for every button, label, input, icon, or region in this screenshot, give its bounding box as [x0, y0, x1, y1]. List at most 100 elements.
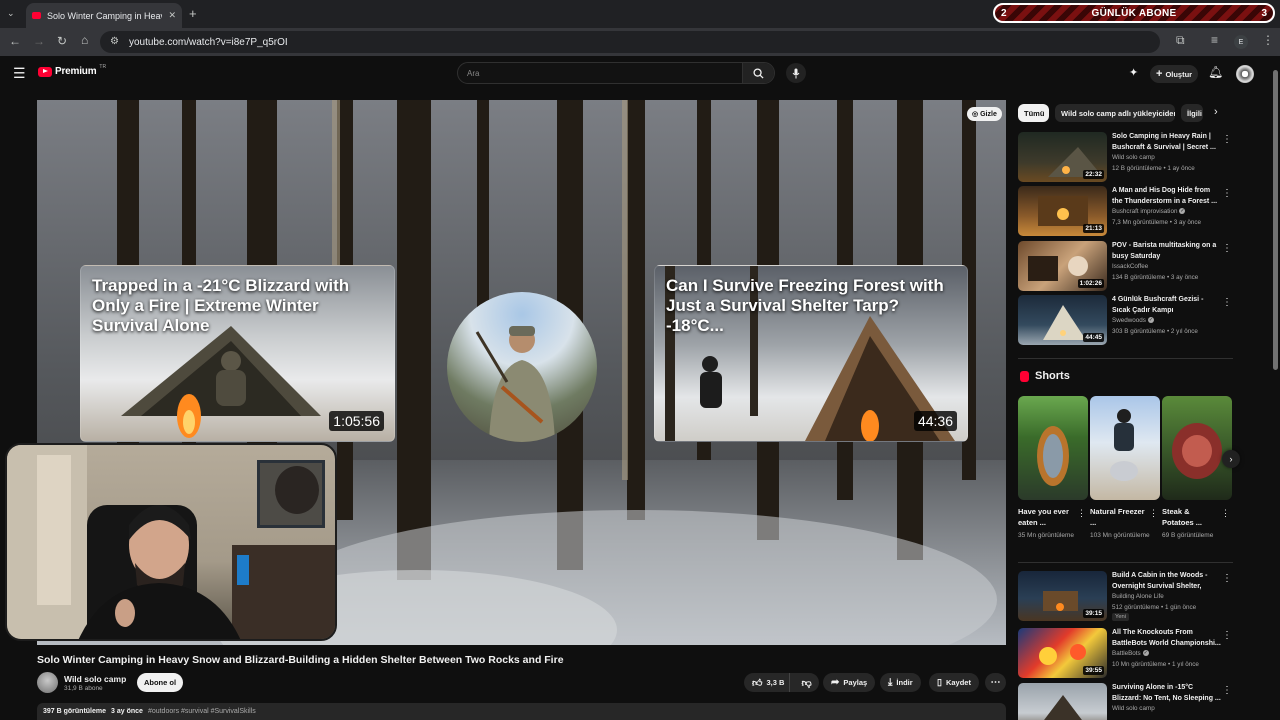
- extensions-icon[interactable]: ⧉: [1176, 34, 1185, 46]
- create-label: Oluştur: [1165, 69, 1193, 79]
- scrollbar-thumb[interactable]: [1273, 70, 1278, 370]
- more-vertical-icon[interactable]: ⋮: [1222, 297, 1232, 308]
- chip-from-uploader[interactable]: Wild solo camp adlı yükleyiciden: [1055, 104, 1175, 122]
- related-video[interactable]: 21:13 A Man and His Dog Hide from the Th…: [1018, 186, 1238, 236]
- related-video[interactable]: 39:15 Build A Cabin in the Woods - Overn…: [1018, 571, 1238, 621]
- related-title: POV - Barista multitasking on a busy Sat…: [1112, 242, 1217, 260]
- related-video[interactable]: Surviving Alone in -15°C Blizzard: No Te…: [1018, 683, 1238, 720]
- bookmark-icon: ▯: [937, 677, 942, 687]
- youtube-logo[interactable]: Premium TR: [38, 64, 106, 77]
- more-vertical-icon[interactable]: ⋮: [1149, 508, 1158, 519]
- address-bar[interactable]: ⚙ youtube.com/watch?v=i8e7P_q5rOI: [100, 31, 1160, 53]
- more-horizontal-icon: ⋯: [990, 677, 1001, 688]
- streamer-webcam-overlay: [5, 443, 337, 641]
- share-label: Paylaş: [843, 678, 868, 687]
- hashtags[interactable]: #outdoors #survival #SurvivalSkills: [148, 708, 256, 715]
- related-video[interactable]: 44:45 4 Günlük Bushcraft Gezisi - Sıcak …: [1018, 295, 1238, 345]
- counter-left-value: 2: [1001, 7, 1007, 19]
- tab-close-icon[interactable]: ✕: [168, 10, 176, 21]
- endcard-video-1[interactable]: Trapped in a -21°C Blizzard with Only a …: [80, 265, 395, 442]
- page-scrollbar[interactable]: [1271, 56, 1280, 720]
- related-title: Build A Cabin in the Woods - Overnight S…: [1112, 572, 1208, 590]
- description-box[interactable]: 397 B görüntüleme 3 ay önce #outdoors #s…: [37, 703, 1006, 720]
- back-icon[interactable]: ←: [9, 35, 21, 47]
- shorts-logo-icon: [1020, 370, 1029, 382]
- more-vertical-icon[interactable]: ⋮: [1077, 508, 1086, 519]
- short-title: Have you ever eaten ...: [1018, 507, 1069, 527]
- thumbs-up-icon: 👍︎: [752, 677, 763, 689]
- short-card[interactable]: Have you ever eaten ... 35 Mn görüntülem…: [1018, 396, 1088, 540]
- related-title: Surviving Alone in -15°C Blizzard: No Te…: [1112, 684, 1221, 702]
- reload-icon[interactable]: ↻: [57, 35, 67, 47]
- short-thumbnail: [1018, 396, 1088, 500]
- chip-all[interactable]: Tümü: [1018, 104, 1049, 122]
- verified-icon: ✓: [1179, 208, 1186, 215]
- verified-icon: ✓: [1142, 650, 1149, 657]
- bell-icon[interactable]: 🔔︎: [1208, 65, 1223, 79]
- more-vertical-icon[interactable]: ⋮: [1222, 243, 1232, 254]
- profile-avatar[interactable]: E: [1234, 35, 1248, 49]
- channel-name[interactable]: Wild solo camp: [64, 674, 126, 684]
- more-actions-button[interactable]: ⋯: [985, 673, 1006, 692]
- download-label: İndir: [896, 678, 913, 687]
- endcard-video-2[interactable]: Can I Survive Freezing Forest with Just …: [654, 265, 968, 442]
- premium-shield-icon[interactable]: ✦: [1129, 66, 1138, 79]
- hide-label: Gizle: [980, 110, 997, 118]
- plus-icon: +: [1156, 68, 1163, 80]
- related-channel: Swedwoods ✓: [1112, 317, 1154, 324]
- more-vertical-icon[interactable]: ⋮: [1222, 134, 1232, 145]
- related-video[interactable]: 39:55 All The Knockouts From BattleBots …: [1018, 628, 1238, 678]
- create-button[interactable]: + Oluştur: [1150, 65, 1199, 83]
- short-card[interactable]: Natural Freezer ... 103 Mn görüntüleme ⋮: [1090, 396, 1160, 540]
- new-badge: Yeni: [1112, 613, 1130, 621]
- download-button[interactable]: ⤓ İndir: [880, 673, 921, 692]
- more-vertical-icon[interactable]: ⋮: [1222, 188, 1232, 199]
- home-icon[interactable]: ⌂: [81, 34, 88, 46]
- more-vertical-icon[interactable]: ⋮: [1222, 685, 1232, 696]
- voice-search-button[interactable]: [786, 63, 806, 83]
- related-title: All The Knockouts From BattleBots World …: [1112, 629, 1221, 647]
- search-input[interactable]: Ara: [458, 69, 742, 78]
- like-button[interactable]: 👍︎ 3,3 B: [744, 673, 791, 692]
- person-in-camo-illustration: [475, 326, 555, 442]
- share-button[interactable]: ➦ Paylaş: [823, 673, 876, 692]
- dislike-button[interactable]: 👎︎: [794, 673, 819, 692]
- duration-badge: 1:02:26: [1077, 279, 1104, 288]
- related-thumbnail: 21:13: [1018, 186, 1107, 236]
- hamburger-icon[interactable]: ☰: [13, 65, 26, 82]
- more-vertical-icon[interactable]: ⋮: [1222, 630, 1232, 641]
- save-button[interactable]: ▯ Kaydet: [929, 673, 979, 692]
- channel-endscreen-avatar[interactable]: [447, 292, 597, 442]
- site-info-icon[interactable]: ⚙: [110, 37, 119, 47]
- upload-date: 3 ay önce: [111, 708, 143, 715]
- account-avatar[interactable]: [1236, 65, 1254, 83]
- chips-next-chevron-icon[interactable]: ›: [1214, 106, 1218, 118]
- playlist-icon[interactable]: ≡: [1211, 34, 1218, 46]
- related-video[interactable]: 1:02:26 POV - Barista multitasking on a …: [1018, 241, 1238, 291]
- related-meta: 303 B görüntüleme • 2 yıl önce: [1112, 328, 1198, 335]
- short-title: Natural Freezer ...: [1090, 507, 1145, 527]
- more-vertical-icon[interactable]: ⋮: [1221, 508, 1230, 519]
- related-thumbnail: 39:55: [1018, 628, 1107, 678]
- shorts-next-chevron-icon[interactable]: ›: [1222, 450, 1240, 468]
- short-card[interactable]: Steak & Potatoes ... 69 B görüntüleme ⋮: [1162, 396, 1232, 540]
- channel-avatar[interactable]: [37, 672, 58, 693]
- subscribe-button[interactable]: Abone ol: [137, 673, 183, 692]
- related-video[interactable]: 22:32 Solo Camping in Heavy Rain | Bushc…: [1018, 132, 1238, 182]
- duration-badge: 39:15: [1083, 609, 1104, 618]
- related-title: 4 Günlük Bushcraft Gezisi - Sıcak Çadır …: [1112, 296, 1204, 314]
- more-vertical-icon[interactable]: ⋮: [1222, 573, 1232, 584]
- search-box[interactable]: Ara: [457, 62, 775, 84]
- forward-icon[interactable]: →: [33, 35, 45, 47]
- browser-tab[interactable]: Solo Winter Camping in Heavy ✕: [26, 3, 182, 28]
- chip-related[interactable]: İlgili: [1181, 104, 1203, 122]
- search-button[interactable]: [742, 63, 774, 83]
- browser-tab-bar: ⌄ Solo Winter Camping in Heavy ✕ + 2 GÜN…: [0, 0, 1280, 28]
- short-views: 69 B görüntüleme: [1162, 532, 1214, 539]
- browser-menu-icon[interactable]: ⋮: [1262, 34, 1274, 46]
- endcard-1-title: Trapped in a -21°C Blizzard with Only a …: [92, 276, 350, 335]
- new-tab-icon[interactable]: +: [189, 6, 197, 21]
- hide-endscreen-button[interactable]: ◎ Gizle: [967, 107, 1002, 121]
- thumbs-down-icon: 👎︎: [801, 677, 812, 689]
- tab-search-icon[interactable]: ⌄: [7, 8, 15, 19]
